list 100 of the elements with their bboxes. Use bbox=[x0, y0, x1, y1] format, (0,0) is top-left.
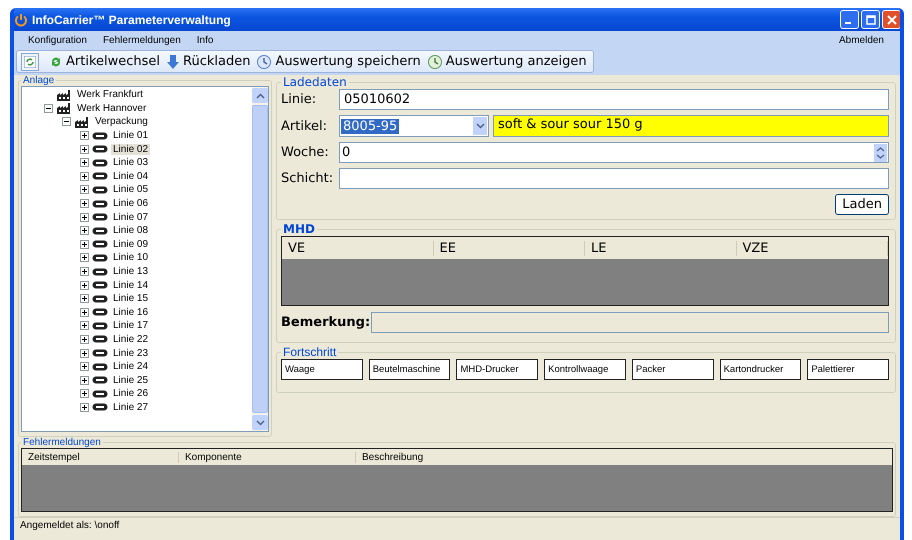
tree-item[interactable]: Linie 25 bbox=[111, 374, 150, 386]
expander-icon[interactable] bbox=[80, 158, 89, 168]
column-header[interactable]: Beschreibung bbox=[356, 452, 424, 462]
tree-item[interactable]: Linie 22 bbox=[111, 334, 150, 345]
maximize-button[interactable] bbox=[861, 10, 880, 29]
expander-icon[interactable] bbox=[62, 117, 71, 126]
expander-icon[interactable] bbox=[80, 294, 89, 304]
tree-item[interactable]: Linie 04 bbox=[111, 170, 150, 182]
tree-item[interactable]: Linie 03 bbox=[111, 157, 150, 168]
expander-icon[interactable] bbox=[44, 104, 53, 113]
capsule-icon bbox=[92, 349, 108, 358]
input-field[interactable] bbox=[371, 312, 889, 333]
group-title: Fortschritt bbox=[282, 345, 338, 359]
capsule-icon bbox=[92, 145, 108, 154]
column-header[interactable]: VZE bbox=[736, 240, 888, 256]
capsule-icon bbox=[92, 213, 108, 222]
capsule-icon bbox=[92, 308, 108, 316]
tree-item[interactable]: Linie 16 bbox=[111, 306, 150, 318]
number-field[interactable]: 0 bbox=[339, 142, 889, 163]
station-box: Kartondrucker bbox=[720, 359, 802, 380]
expander-icon[interactable] bbox=[80, 376, 89, 385]
power-icon bbox=[14, 12, 28, 26]
expander-icon[interactable] bbox=[80, 144, 89, 154]
station-box: Packer bbox=[632, 359, 714, 380]
tree-item[interactable]: Werk Hannover bbox=[75, 102, 148, 114]
tree-item[interactable]: Verpackung bbox=[93, 116, 150, 128]
toolbar-button[interactable]: Rückladen bbox=[164, 54, 252, 70]
column-header[interactable]: VE bbox=[282, 240, 434, 256]
station-box: Beutelmaschine bbox=[368, 359, 450, 380]
tree-item[interactable]: Linie 15 bbox=[111, 293, 150, 304]
tree-item[interactable]: Linie 05 bbox=[111, 184, 150, 196]
expander-icon[interactable] bbox=[80, 362, 89, 372]
group-title: MHD bbox=[282, 222, 316, 236]
tree-item[interactable]: Linie 17 bbox=[111, 320, 150, 332]
expander-icon[interactable] bbox=[80, 240, 89, 249]
input-field[interactable]: 05010602 bbox=[339, 89, 889, 110]
column-header[interactable]: Zeitstempel bbox=[22, 452, 179, 462]
expander-icon[interactable] bbox=[80, 212, 89, 222]
expander-icon[interactable] bbox=[80, 402, 89, 412]
menu-item[interactable]: Fehlermeldungen bbox=[94, 34, 189, 46]
close-button[interactable] bbox=[882, 10, 900, 29]
menu-item[interactable]: Info bbox=[188, 34, 222, 46]
capsule-icon bbox=[92, 200, 108, 208]
station-box: Palettierer bbox=[807, 359, 890, 380]
expander-icon[interactable] bbox=[80, 267, 89, 276]
expander-icon[interactable] bbox=[80, 308, 89, 317]
input-field[interactable] bbox=[339, 168, 889, 189]
tree-item[interactable]: Linie 07 bbox=[111, 212, 150, 223]
dropdown[interactable]: 8005-95 bbox=[339, 115, 489, 137]
toolbar-button[interactable]: Auswertung anzeigen bbox=[424, 54, 589, 70]
load-button[interactable]: Laden bbox=[835, 194, 889, 215]
menu-item[interactable]: Konfiguration bbox=[20, 34, 95, 46]
tree-item[interactable]: Linie 14 bbox=[111, 280, 150, 291]
expander-icon[interactable] bbox=[80, 253, 89, 262]
expander-icon[interactable] bbox=[80, 131, 89, 140]
expander-icon[interactable] bbox=[80, 185, 89, 194]
tree-item[interactable]: Linie 06 bbox=[111, 198, 150, 210]
minimize-button[interactable] bbox=[840, 10, 859, 29]
expander-icon[interactable] bbox=[80, 389, 89, 398]
logout-link[interactable]: Abmelden bbox=[830, 34, 892, 46]
toolbar-button[interactable]: Auswertung speichern bbox=[254, 54, 423, 70]
status-text: Angemeldet als: \onoff bbox=[20, 520, 120, 531]
field-label: Linie: bbox=[281, 92, 318, 107]
toolbar-button[interactable]: Artikelwechsel bbox=[47, 54, 162, 69]
tree-item[interactable]: Werk Frankfurt bbox=[75, 89, 145, 100]
tree-item[interactable]: Linie 02 bbox=[111, 144, 150, 155]
tree-item[interactable]: Linie 26 bbox=[111, 388, 150, 400]
tree-item[interactable]: Linie 27 bbox=[111, 402, 150, 413]
tree-item[interactable]: Linie 10 bbox=[111, 252, 150, 264]
expander-icon[interactable] bbox=[80, 199, 89, 208]
column-header[interactable]: EE bbox=[434, 240, 585, 256]
expander-icon[interactable] bbox=[80, 348, 89, 358]
expander-icon[interactable] bbox=[80, 334, 89, 344]
tree-item[interactable]: Linie 24 bbox=[111, 361, 150, 372]
minimize-icon bbox=[845, 22, 851, 24]
expander-icon[interactable] bbox=[80, 321, 89, 330]
tree-item[interactable]: Linie 23 bbox=[111, 348, 150, 359]
group-title: Fehlermeldungen bbox=[22, 437, 102, 448]
column-header[interactable]: LE bbox=[585, 240, 736, 256]
capsule-icon bbox=[92, 268, 108, 276]
capsule-icon bbox=[92, 322, 108, 330]
expander-icon[interactable] bbox=[80, 280, 89, 290]
field-label: Bemerkung: bbox=[281, 315, 367, 330]
expander-icon[interactable] bbox=[80, 172, 89, 181]
spinner-icon bbox=[876, 146, 885, 160]
scroll-bar[interactable] bbox=[252, 87, 268, 431]
column-header[interactable]: Komponente bbox=[179, 452, 356, 462]
tree-item[interactable]: Linie 08 bbox=[111, 225, 150, 236]
station-box: Kontrollwaage bbox=[544, 359, 626, 380]
refresh-button[interactable] bbox=[21, 52, 39, 70]
tree-item[interactable]: Linie 09 bbox=[111, 238, 150, 250]
tree-item[interactable]: Linie 01 bbox=[111, 130, 150, 142]
article-description: soft & sour sour 150 g bbox=[493, 115, 889, 137]
capsule-icon bbox=[92, 281, 108, 290]
field-label: Schicht: bbox=[281, 171, 334, 186]
capsule-icon bbox=[92, 403, 108, 412]
capsule-icon bbox=[92, 335, 108, 344]
tree-item[interactable]: Linie 13 bbox=[111, 266, 150, 278]
expander-icon[interactable] bbox=[80, 226, 89, 236]
capsule-icon bbox=[92, 294, 108, 303]
